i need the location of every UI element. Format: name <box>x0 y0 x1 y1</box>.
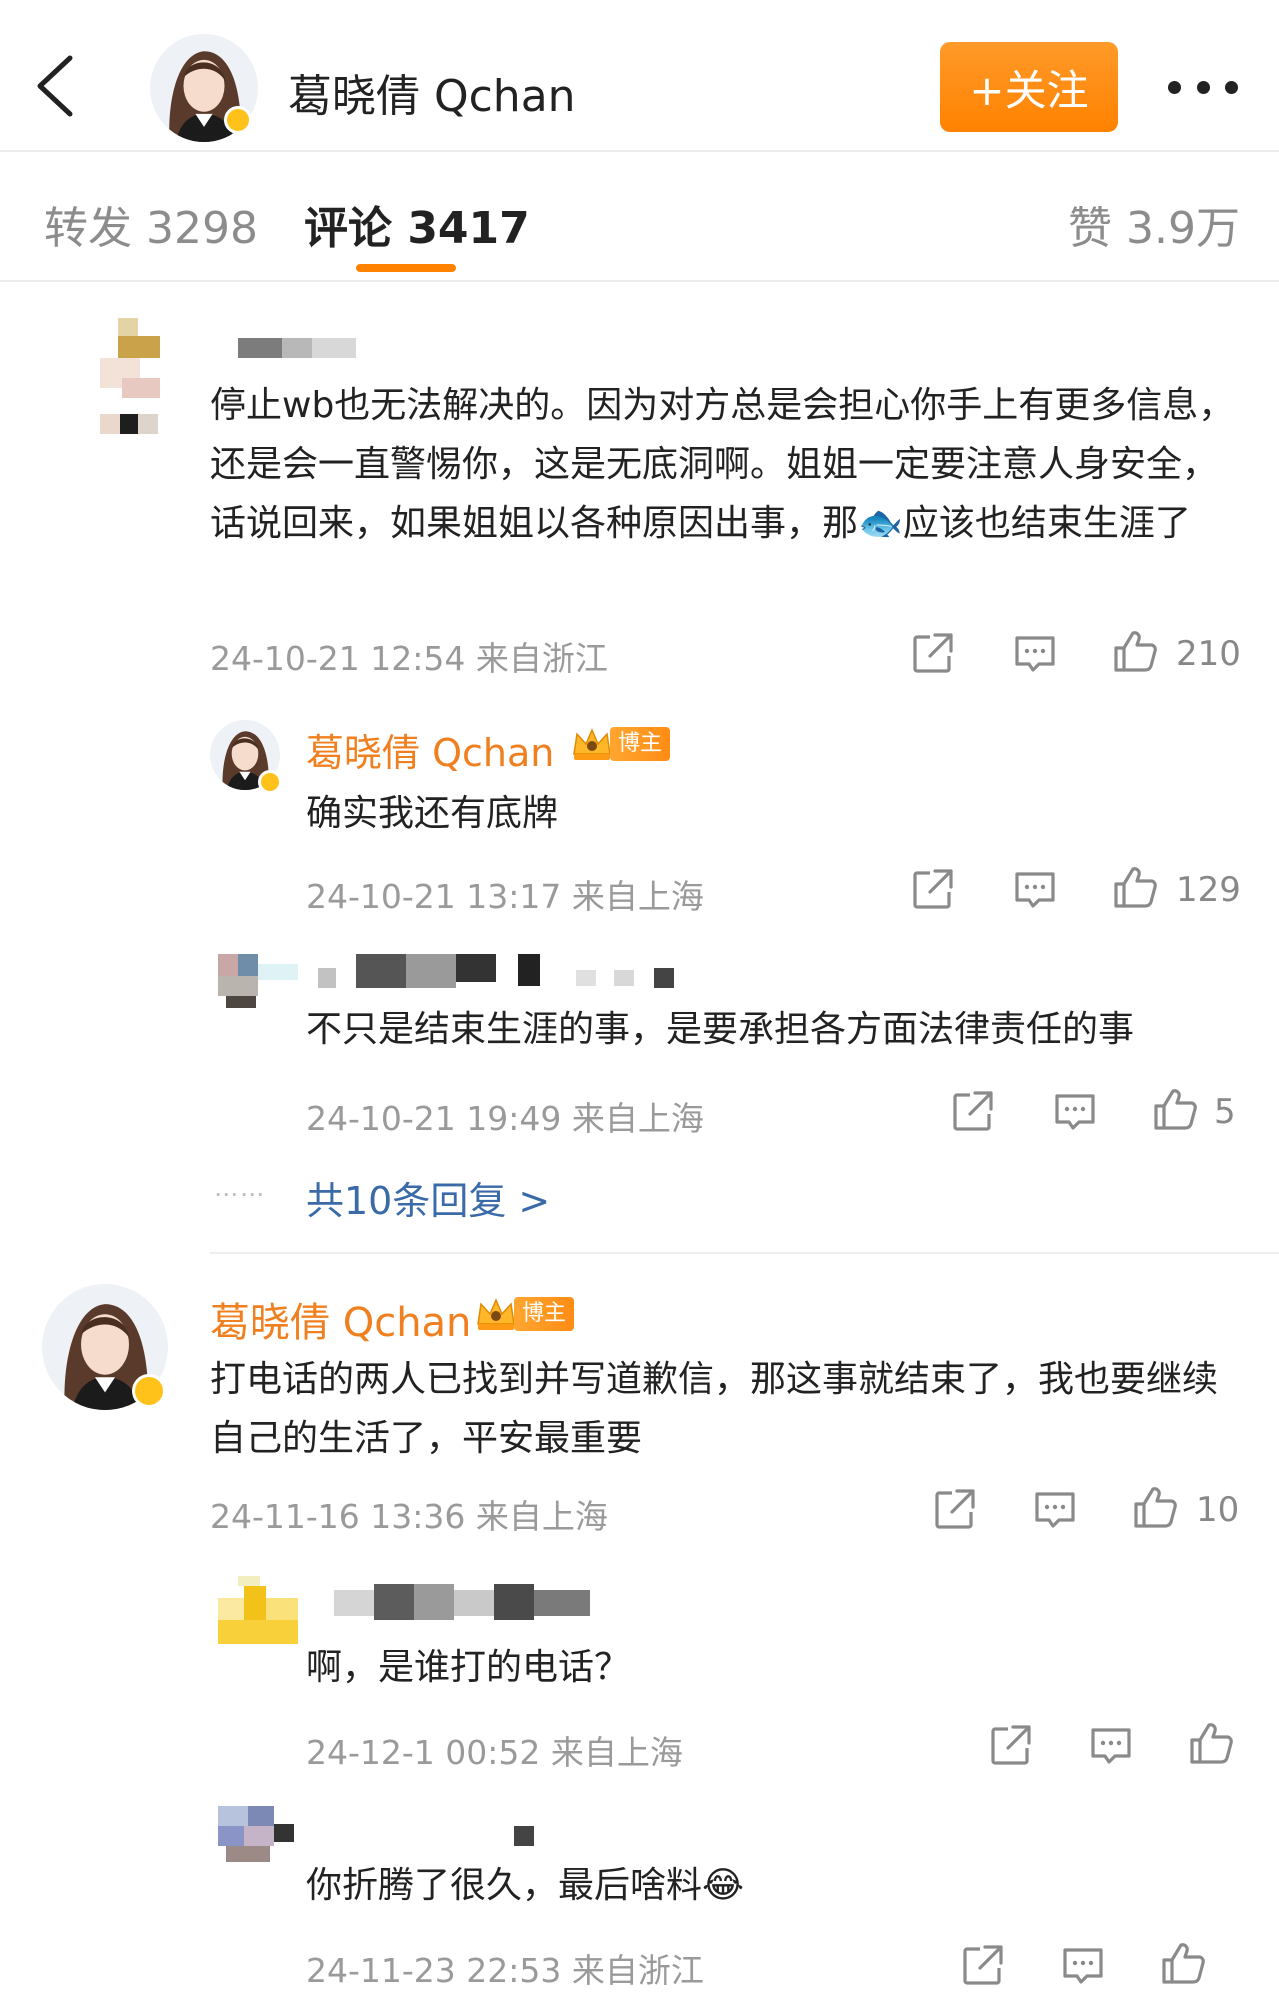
crown-icon <box>570 724 614 764</box>
back-icon[interactable] <box>28 50 84 120</box>
tab-likes[interactable]: 赞 3.9万 <box>1068 192 1240 256</box>
share-icon[interactable] <box>948 1086 998 1136</box>
reply-text: 你折腾了很久，最后啥料😂 <box>306 1865 745 1906</box>
tab-bar: 转发 3298 评论 3417 赞 3.9万 <box>0 152 1279 282</box>
reply-meta: 24-10-21 13:17 来自上海 <box>306 877 704 916</box>
comment-icon[interactable] <box>1010 628 1060 678</box>
verified-icon <box>132 1374 166 1408</box>
like-icon[interactable] <box>1110 626 1160 676</box>
blogger-badge: 博主 <box>474 1294 575 1334</box>
reply-text: 确实我还有底牌 <box>306 793 559 834</box>
reply-meta: 24-10-21 19:49 来自上海 <box>306 1099 704 1138</box>
active-tab-indicator <box>356 264 456 272</box>
like-count: 5 <box>1214 1092 1236 1132</box>
like-icon[interactable] <box>1110 862 1160 912</box>
share-icon[interactable] <box>958 1940 1008 1990</box>
comment-icon[interactable] <box>1050 1086 1100 1136</box>
like-icon[interactable] <box>1130 1482 1180 1532</box>
reply-meta: 24-11-23 22:53 来自浙江 <box>306 1951 704 1990</box>
page-title: 葛晓倩 Qchan <box>288 71 576 122</box>
dots-separator: ⋯⋯ <box>214 1180 266 1208</box>
share-icon[interactable] <box>908 628 958 678</box>
divider <box>210 1252 1279 1254</box>
like-count: 10 <box>1196 1490 1240 1530</box>
verified-icon <box>224 106 252 134</box>
avatar[interactable] <box>100 318 160 438</box>
comment-text: 打电话的两人已找到并写道歉信，那这事就结束了，我也要继续自己的生活了，平安最重要 <box>210 1359 1219 1459</box>
verified-icon <box>258 770 282 794</box>
blurred-username <box>334 1584 594 1624</box>
tab-comments[interactable]: 评论 3417 <box>304 192 530 256</box>
like-icon[interactable] <box>1150 1084 1200 1134</box>
avatar[interactable] <box>218 1806 298 1866</box>
tab-reposts[interactable]: 转发 3298 <box>44 192 258 256</box>
avatar[interactable] <box>218 1576 298 1646</box>
top-bar: 葛晓倩 Qchan +关注 <box>0 0 1279 152</box>
comment-icon[interactable] <box>1058 1940 1108 1990</box>
blurred-username <box>318 954 678 990</box>
reply-text: 不只是结束生涯的事，是要承担各方面法律责任的事 <box>306 1009 1135 1050</box>
like-icon[interactable] <box>1158 1938 1208 1988</box>
blurred-username <box>238 338 356 358</box>
avatar[interactable] <box>218 954 298 1010</box>
reply-author-name[interactable]: 葛晓倩 Qchan <box>306 722 554 777</box>
comment-meta: 24-11-16 13:36 来自上海 <box>210 1497 608 1536</box>
comment-icon[interactable] <box>1010 864 1060 914</box>
share-icon[interactable] <box>930 1484 980 1534</box>
comment-icon[interactable] <box>1086 1720 1136 1770</box>
follow-button[interactable]: +关注 <box>940 42 1118 132</box>
like-icon[interactable] <box>1186 1718 1236 1768</box>
crown-icon <box>474 1294 518 1334</box>
comment-author-name[interactable]: 葛晓倩 Qchan <box>210 1290 471 1348</box>
comment-text: 停止wb也无法解决的。因为对方总是会担心你手上有更多信息，还是会一直警惕你，这是… <box>210 385 1235 544</box>
view-more-replies-link[interactable]: 共10条回复 > <box>306 1170 550 1225</box>
comment-meta: 24-10-21 12:54 来自浙江 <box>210 639 608 678</box>
reply-meta: 24-12-1 00:52 来自上海 <box>306 1733 683 1772</box>
share-icon[interactable] <box>908 864 958 914</box>
blurred-username <box>514 1826 534 1846</box>
comment-icon[interactable] <box>1030 1484 1080 1534</box>
like-count: 210 <box>1176 634 1241 674</box>
blogger-badge: 博主 <box>570 724 671 764</box>
share-icon[interactable] <box>986 1720 1036 1770</box>
like-count: 129 <box>1176 870 1241 910</box>
more-icon[interactable] <box>1168 72 1238 102</box>
reply-text: 啊，是谁打的电话？ <box>306 1647 631 1688</box>
